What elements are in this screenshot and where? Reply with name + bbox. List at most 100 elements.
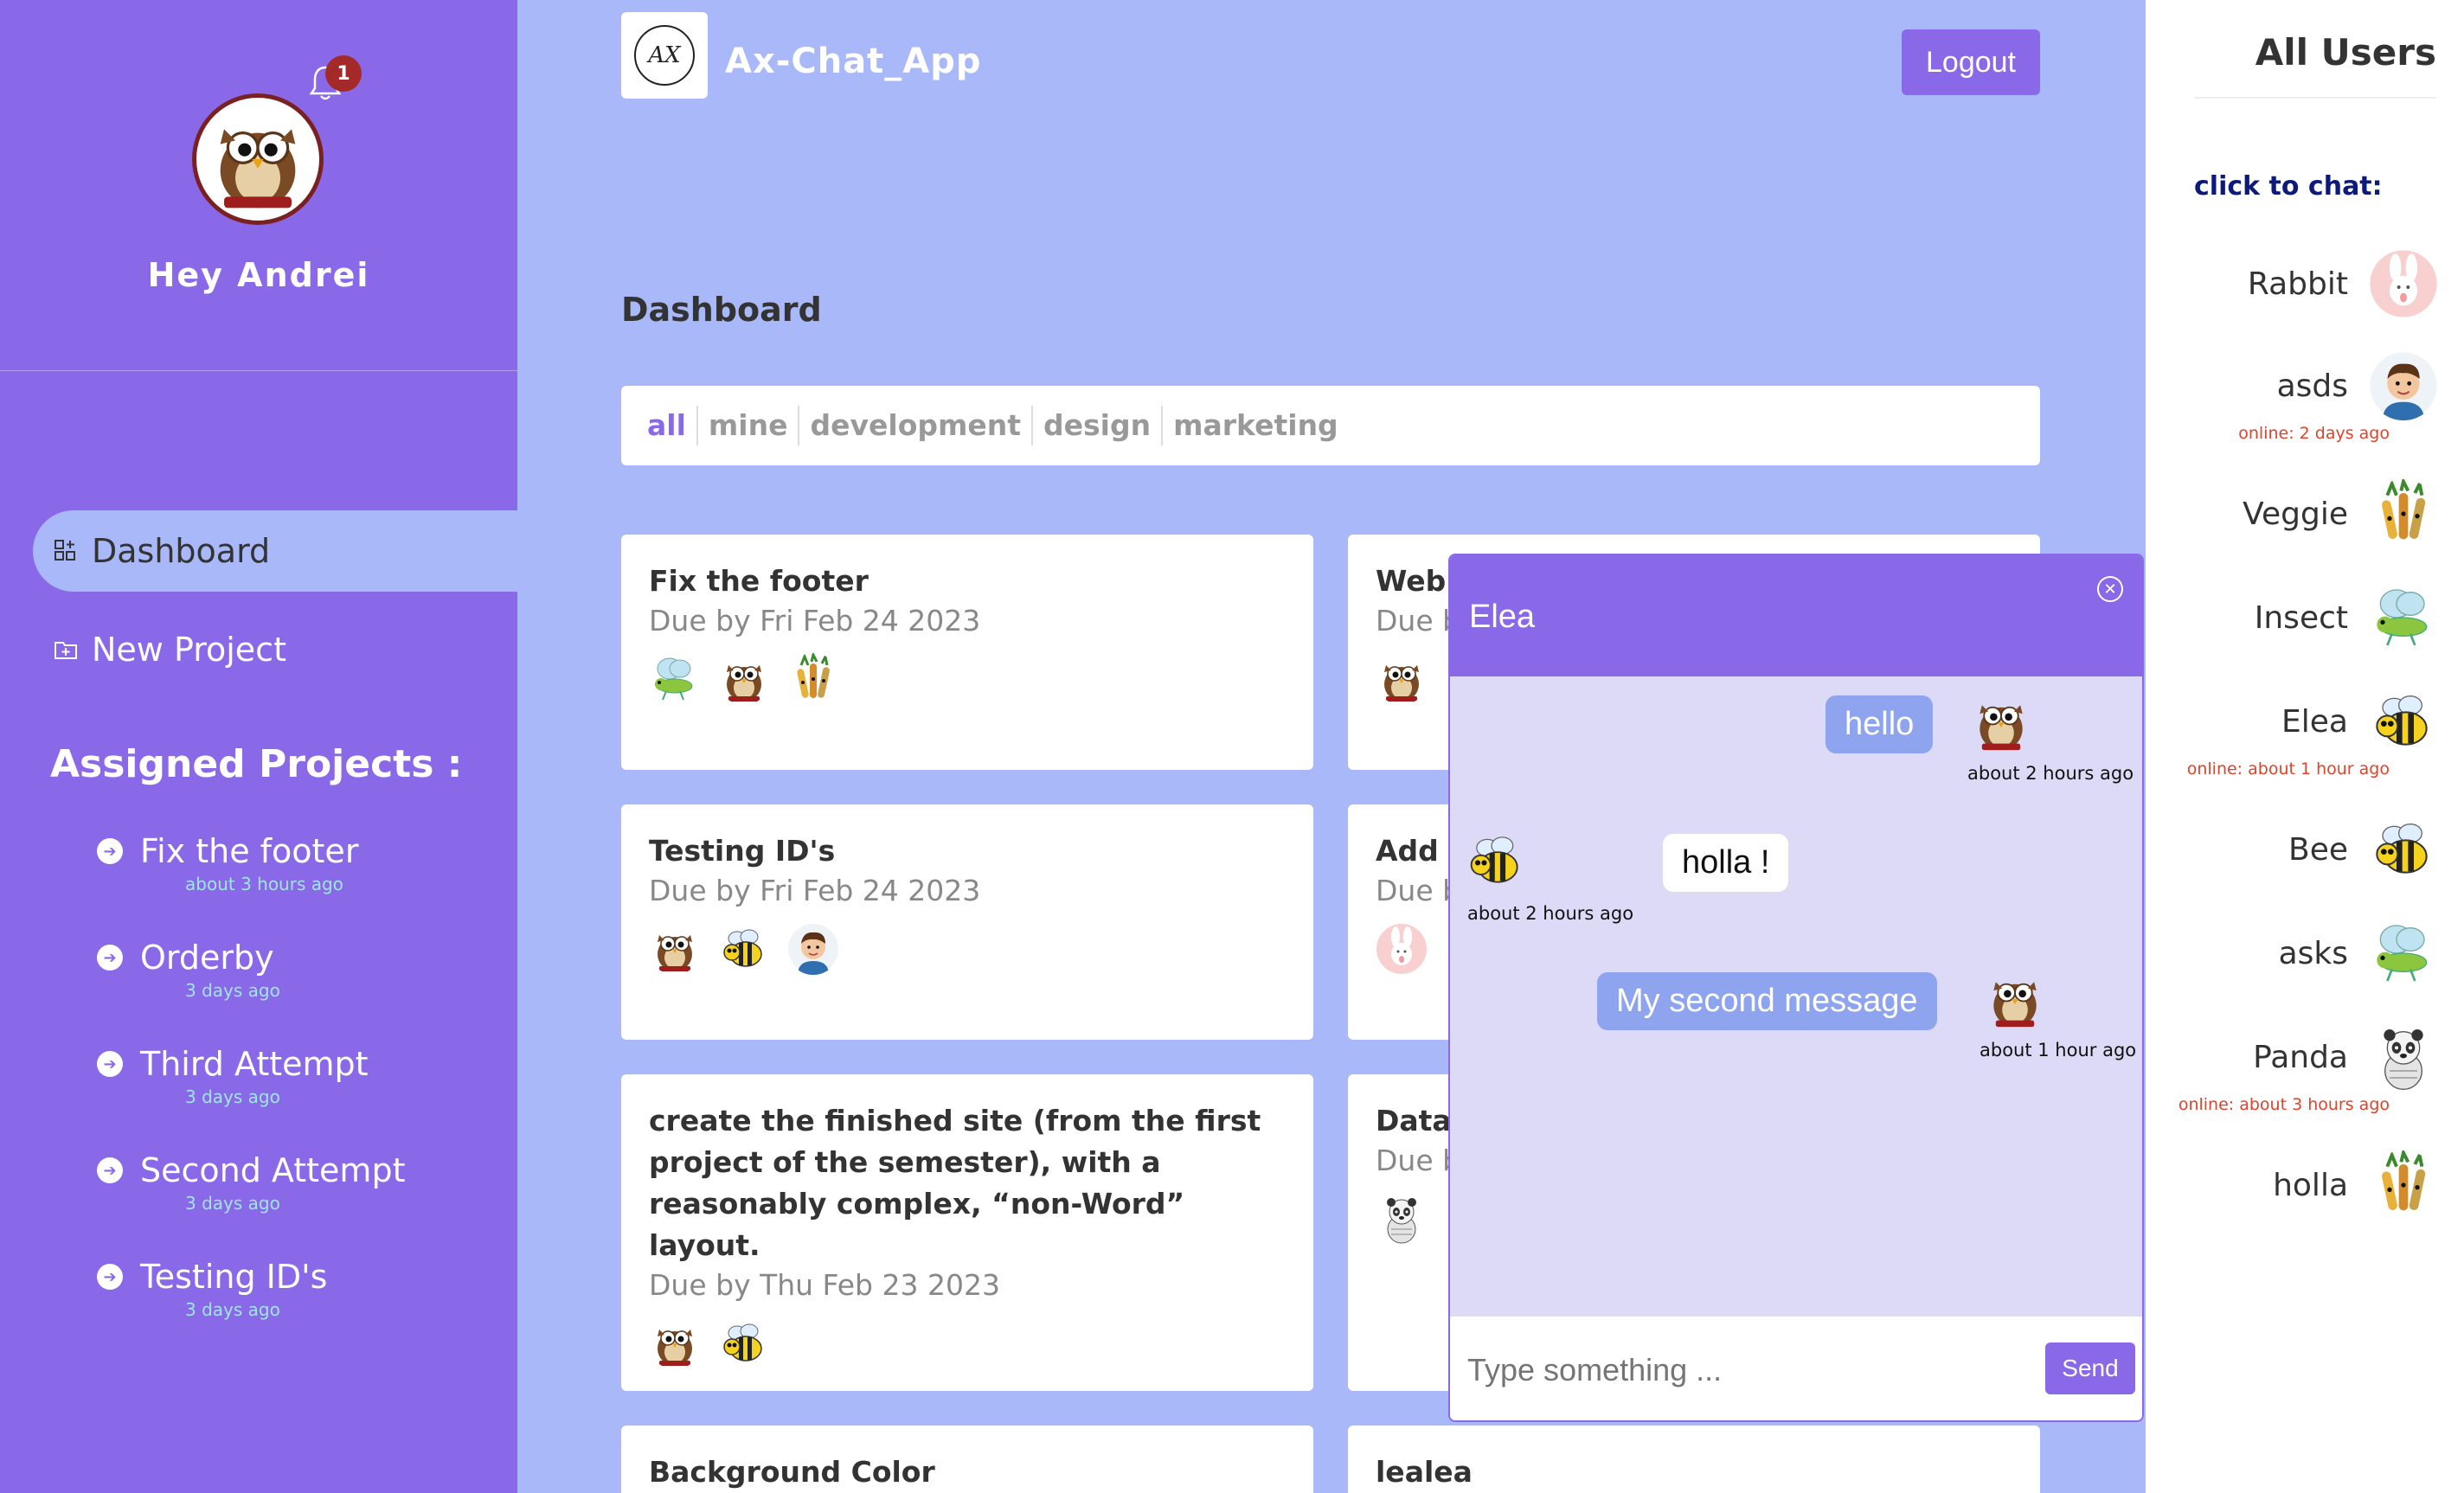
project-time: 3 days ago — [185, 1086, 280, 1107]
user-name: Elea — [2281, 703, 2348, 740]
user-name: Rabbit — [2247, 266, 2348, 302]
card-due-date: Due by Fri Feb 24 2023 — [649, 874, 981, 907]
card-assignees — [649, 653, 1286, 705]
logout-button[interactable]: Logout — [1902, 29, 2040, 95]
chat-input-row: Send — [1450, 1317, 2142, 1420]
arrow-right-icon: ➔ — [97, 1157, 123, 1183]
chat-message-sent: hello — [1826, 695, 1934, 753]
card-due-date: Due by Thu Feb 23 2023 — [649, 1268, 1000, 1302]
card-assignees — [649, 1317, 1286, 1369]
veggie-avatar-icon — [787, 653, 839, 705]
insect-avatar-icon — [649, 653, 701, 705]
user-name: Veggie — [2243, 496, 2348, 532]
user-name: Panda — [2253, 1039, 2348, 1075]
user-item-panda[interactable]: Panda online: about 3 hours ago — [2161, 1022, 2438, 1114]
close-icon[interactable]: ✕ — [2097, 576, 2123, 602]
project-name: Orderby — [140, 939, 274, 977]
sidebar-divider — [0, 370, 517, 371]
bee-avatar-icon — [2369, 687, 2438, 756]
assigned-projects-title: Assigned Projects : — [50, 742, 463, 786]
assigned-project-item[interactable]: ➔ Fix the footer about 3 hours ago — [97, 832, 478, 894]
user-item-veggie[interactable]: Veggie — [2161, 479, 2438, 548]
user-item-holla[interactable]: holla — [2161, 1150, 2438, 1220]
logo-icon: AX — [634, 25, 695, 86]
boy-avatar-icon — [2369, 351, 2438, 420]
project-card[interactable]: Background Color — [621, 1426, 1313, 1493]
filter-design[interactable]: design — [1031, 406, 1161, 445]
nav-item-dashboard[interactable]: Dashboard — [33, 510, 517, 592]
user-name: holla — [2273, 1167, 2348, 1203]
nav-item-new-project[interactable]: New Project — [33, 609, 517, 690]
filter-development[interactable]: development — [798, 406, 1031, 445]
arrow-right-icon: ➔ — [97, 1264, 123, 1290]
folder-plus-icon — [55, 642, 77, 659]
user-item-insect[interactable]: Insect — [2161, 583, 2438, 652]
app-title: Ax-Chat_App — [725, 42, 982, 81]
owl-avatar-icon — [649, 923, 701, 975]
assigned-project-item[interactable]: ➔ Second Attempt 3 days ago — [97, 1151, 478, 1214]
boy-avatar-icon — [787, 923, 839, 975]
assigned-project-item[interactable]: ➔ Third Attempt 3 days ago — [97, 1045, 478, 1107]
chat-message-sent: My second message — [1597, 972, 1937, 1030]
user-item-asks[interactable]: asks — [2161, 919, 2438, 988]
panda-avatar-icon — [2369, 1022, 2438, 1092]
send-button[interactable]: Send — [2045, 1342, 2135, 1394]
assigned-project-item[interactable]: ➔ Testing ID's 3 days ago — [97, 1258, 478, 1320]
filter-all[interactable]: all — [647, 406, 696, 445]
user-item-asds[interactable]: asds online: 2 days ago — [2161, 351, 2438, 443]
notification-badge: 1 — [325, 55, 362, 92]
bee-avatar-icon — [718, 1317, 770, 1369]
card-assignees — [649, 923, 1286, 975]
arrow-right-icon: ➔ — [97, 838, 123, 864]
project-card[interactable]: create the finished site (from the first… — [621, 1074, 1313, 1391]
project-name: Fix the footer — [140, 832, 359, 870]
project-card[interactable]: Testing ID's Due by Fri Feb 24 2023 — [621, 804, 1313, 1040]
filter-marketing[interactable]: marketing — [1161, 406, 1349, 445]
project-time: 3 days ago — [185, 1193, 280, 1214]
card-due-date: Due by Fri Feb 24 2023 — [649, 604, 981, 638]
filter-bar: all mine development design marketing — [621, 386, 2040, 465]
owl-avatar-icon — [649, 1317, 701, 1369]
dashboard-icon — [55, 540, 75, 561]
veggie-avatar-icon — [2369, 479, 2438, 548]
veggie-avatar-icon — [2369, 1150, 2438, 1220]
rabbit-avatar-icon — [2369, 249, 2438, 318]
users-divider — [2194, 97, 2436, 99]
chat-message-input[interactable] — [1467, 1346, 2004, 1394]
svg-text:AX: AX — [646, 42, 682, 68]
user-item-rabbit[interactable]: Rabbit — [2161, 249, 2438, 318]
user-online-status: online: about 3 hours ago — [2178, 1095, 2390, 1114]
user-item-bee[interactable]: Bee — [2161, 815, 2438, 884]
rabbit-avatar-icon — [1376, 923, 1428, 975]
project-card[interactable]: lealea — [1348, 1426, 2040, 1493]
project-time: 3 days ago — [185, 1299, 280, 1320]
chat-recipient-name: Elea — [1469, 599, 1536, 635]
project-name: Testing ID's — [140, 1258, 328, 1296]
nav-label-new-project: New Project — [92, 631, 286, 669]
user-name: Bee — [2288, 831, 2348, 868]
greeting: Hey Andrei — [147, 256, 370, 294]
assigned-project-item[interactable]: ➔ Orderby 3 days ago — [97, 939, 478, 1001]
arrow-right-icon: ➔ — [97, 945, 123, 971]
card-title: create the finished site (from the first… — [649, 1104, 1261, 1262]
user-online-status: online: about 1 hour ago — [2186, 759, 2390, 779]
insect-avatar-icon — [2369, 583, 2438, 652]
chat-header: Elea ✕ — [1450, 555, 2142, 676]
message-time: about 1 hour ago — [1980, 1040, 2137, 1060]
card-title: Fix the footer — [649, 564, 869, 598]
user-name: asds — [2276, 368, 2348, 404]
bee-avatar-icon — [1464, 829, 1528, 893]
user-avatar[interactable] — [192, 93, 324, 225]
message-time: about 2 hours ago — [1467, 903, 1634, 924]
arrow-right-icon: ➔ — [97, 1051, 123, 1077]
project-time: about 3 hours ago — [185, 874, 343, 894]
card-title: lealea — [1376, 1455, 1473, 1489]
app-logo[interactable]: AX — [621, 12, 708, 99]
users-panel: All Users click to chat: Rabbit asds onl… — [2146, 0, 2464, 1493]
filter-mine[interactable]: mine — [696, 406, 799, 445]
user-item-elea[interactable]: Elea online: about 1 hour ago — [2161, 687, 2438, 779]
project-card[interactable]: Fix the footer Due by Fri Feb 24 2023 — [621, 535, 1313, 770]
card-title: Background Color — [649, 1455, 935, 1489]
owl-avatar-icon — [1376, 653, 1428, 705]
user-name: Insect — [2254, 599, 2348, 636]
